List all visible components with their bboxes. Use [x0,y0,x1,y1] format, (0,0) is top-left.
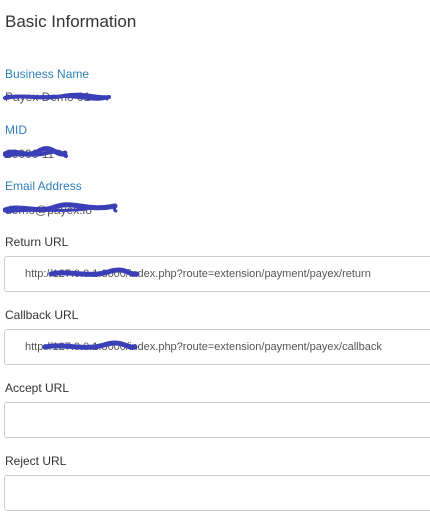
business-name-value: Payex Demo 01 [5,90,91,104]
page-title: Basic Information [5,12,137,31]
mid-value: 10000 11 [5,147,55,161]
mid-label: MID [5,123,27,137]
email-address-label: Email Address [5,179,82,193]
reject-url-input[interactable] [4,475,430,511]
accept-url-input[interactable] [4,402,430,438]
business-name-label: Business Name [5,67,90,81]
email-address-value: demo@payex.io [5,203,92,217]
callback-url-label: Callback URL [5,308,79,322]
accept-url-label: Accept URL [5,381,70,395]
return-url-input[interactable] [4,256,430,292]
return-url-label: Return URL [5,235,69,249]
callback-url-input[interactable] [4,329,430,365]
reject-url-label: Reject URL [5,454,67,468]
